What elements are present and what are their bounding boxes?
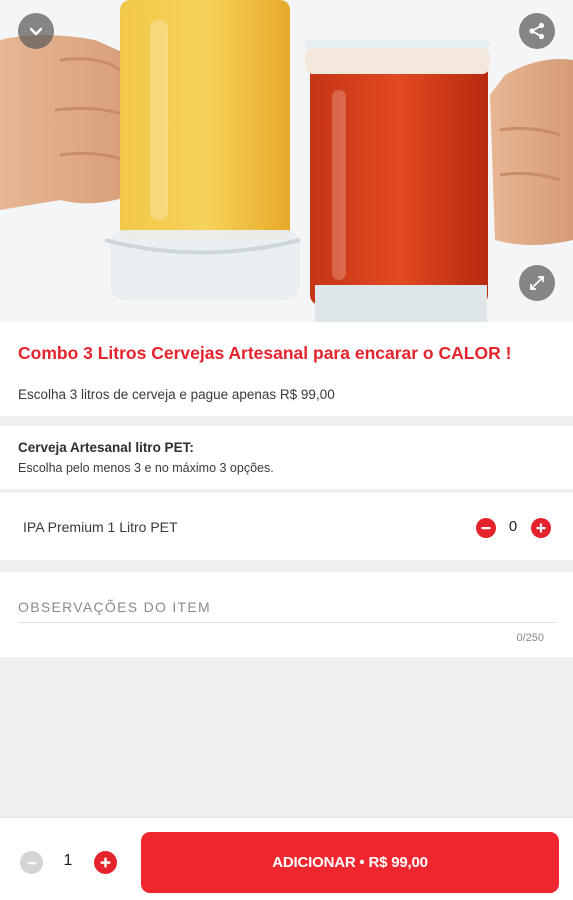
expand-image-button[interactable]	[519, 265, 555, 301]
share-icon	[529, 22, 545, 40]
divider	[0, 560, 573, 572]
product-title: Combo 3 Litros Cervejas Artesanal para e…	[18, 343, 512, 363]
product-description: Escolha 3 litros de cerveja e pague apen…	[18, 387, 335, 402]
plus-icon	[536, 523, 546, 533]
notes-character-counter: 0/250	[516, 632, 544, 644]
minus-icon	[27, 861, 36, 864]
option-group-title: Cerveja Artesanal litro PET:	[18, 440, 194, 455]
item-quantity: 1	[63, 852, 73, 869]
quantity-decrease-button[interactable]	[20, 851, 43, 874]
add-to-cart-button[interactable]: ADICIONAR • R$ 99,00	[141, 832, 559, 893]
bottom-action-bar: 1 ADICIONAR • R$ 99,00	[0, 817, 573, 900]
divider	[0, 416, 573, 426]
option-group-rules: Escolha pelo menos 3 e no máximo 3 opçõe…	[18, 461, 274, 475]
option-label-ipa-premium: IPA Premium 1 Litro PET	[23, 519, 178, 535]
plus-icon	[100, 857, 111, 868]
option-decrease-button[interactable]	[476, 518, 496, 538]
product-image	[0, 0, 573, 322]
chevron-down-icon	[29, 27, 43, 36]
share-button[interactable]	[519, 13, 555, 49]
notes-input[interactable]	[18, 593, 556, 623]
option-quantity: 0	[508, 518, 518, 535]
divider	[0, 489, 573, 493]
quantity-increase-button[interactable]	[94, 851, 117, 874]
option-increase-button[interactable]	[531, 518, 551, 538]
minus-icon	[481, 527, 491, 530]
empty-area	[0, 657, 573, 817]
collapse-button[interactable]	[18, 13, 54, 49]
expand-icon	[530, 276, 544, 290]
beer-mugs-illustration	[0, 0, 573, 322]
